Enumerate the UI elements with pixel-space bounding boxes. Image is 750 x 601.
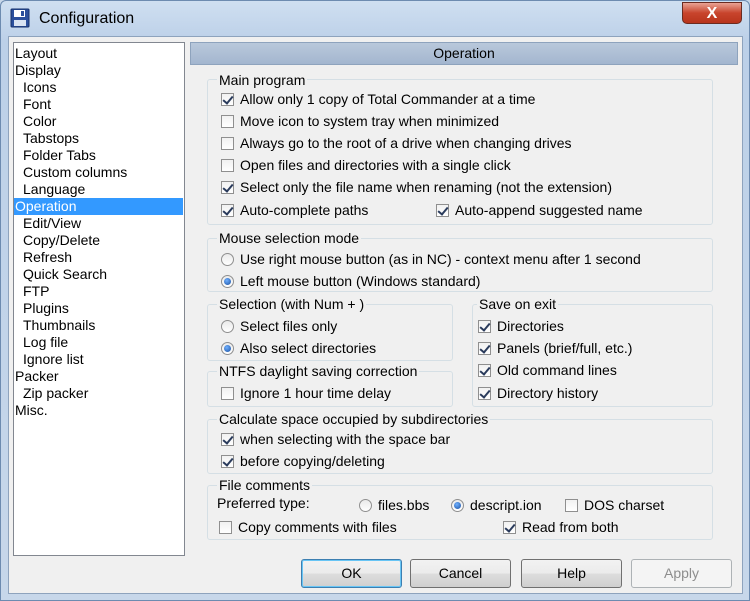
- left-button-label: Left mouse button (Windows standard): [240, 273, 481, 289]
- single-click-checkbox[interactable]: [221, 159, 234, 172]
- ok-button[interactable]: OK: [301, 559, 402, 588]
- mouse-mode-title: Mouse selection mode: [217, 230, 362, 246]
- configuration-window: Configuration X Layout Display Icons Font Co…: [0, 0, 750, 601]
- select-name-only-checkbox[interactable]: [221, 181, 234, 194]
- main-program-title: Main program: [217, 72, 308, 88]
- floppy-disk-icon: [10, 8, 30, 28]
- tree-item-refresh[interactable]: Refresh: [22, 249, 76, 266]
- tree-item-log-file[interactable]: Log file: [22, 334, 72, 351]
- right-button-radio[interactable]: [221, 253, 234, 266]
- auto-append-label: Auto-append suggested name: [455, 202, 643, 218]
- auto-append-checkbox[interactable]: [436, 204, 449, 217]
- auto-complete-checkbox[interactable]: [221, 204, 234, 217]
- save-directories-checkbox[interactable]: [478, 320, 491, 333]
- tree-item-thumbnails[interactable]: Thumbnails: [22, 317, 99, 334]
- selection-title: Selection (with Num + ): [217, 296, 367, 312]
- dos-charset-checkbox[interactable]: [565, 499, 578, 512]
- allow-one-copy-checkbox[interactable]: [221, 93, 234, 106]
- ignore-hour-checkbox[interactable]: [221, 387, 234, 400]
- single-click-label: Open files and directories with a single…: [240, 157, 511, 173]
- tree-item-font[interactable]: Font: [22, 96, 55, 113]
- tree-item-quick-search[interactable]: Quick Search: [22, 266, 111, 283]
- tree-item-display[interactable]: Display: [14, 62, 65, 79]
- allow-one-copy-label: Allow only 1 copy of Total Commander at …: [240, 91, 536, 107]
- save-old-cmd-checkbox[interactable]: [478, 364, 491, 377]
- read-both-checkbox[interactable]: [503, 521, 516, 534]
- tree-item-custom-columns[interactable]: Custom columns: [22, 164, 131, 181]
- select-files-only-radio[interactable]: [221, 320, 234, 333]
- tree-item-zip-packer[interactable]: Zip packer: [22, 385, 92, 402]
- tree-item-edit-view[interactable]: Edit/View: [22, 215, 85, 232]
- panel-header: Operation: [190, 42, 738, 65]
- tree-item-operation[interactable]: Operation: [14, 198, 183, 215]
- save-directories-label: Directories: [497, 318, 564, 334]
- tree-item-packer[interactable]: Packer: [14, 368, 63, 385]
- descript-ion-radio[interactable]: [451, 499, 464, 512]
- save-panels-label: Panels (brief/full, etc.): [497, 340, 633, 356]
- select-name-only-label: Select only the file name when renaming …: [240, 179, 612, 195]
- save-dir-history-checkbox[interactable]: [478, 387, 491, 400]
- help-button[interactable]: Help: [521, 559, 622, 588]
- read-both-label: Read from both: [522, 519, 619, 535]
- tree-item-folder-tabs[interactable]: Folder Tabs: [22, 147, 100, 164]
- descript-ion-label: descript.ion: [470, 497, 542, 513]
- go-to-root-checkbox[interactable]: [221, 137, 234, 150]
- right-button-label: Use right mouse button (as in NC) - cont…: [240, 251, 641, 267]
- also-select-dirs-radio[interactable]: [221, 342, 234, 355]
- tree-item-ftp[interactable]: FTP: [22, 283, 53, 300]
- window-title: Configuration: [39, 10, 135, 27]
- tree-item-color[interactable]: Color: [22, 113, 60, 130]
- save-on-exit-title: Save on exit: [477, 296, 559, 312]
- go-to-root-label: Always go to the root of a drive when ch…: [240, 135, 572, 151]
- before-copy-checkbox[interactable]: [221, 455, 234, 468]
- file-comments-title: File comments: [217, 477, 313, 493]
- tree-item-plugins[interactable]: Plugins: [22, 300, 73, 317]
- tree-item-layout[interactable]: Layout: [14, 45, 61, 62]
- files-bbs-label: files.bbs: [378, 497, 430, 513]
- also-select-dirs-label: Also select directories: [240, 340, 377, 356]
- space-bar-label: when selecting with the space bar: [240, 431, 451, 447]
- close-button[interactable]: X: [682, 2, 742, 24]
- tree-item-language[interactable]: Language: [22, 181, 89, 198]
- tree-item-icons[interactable]: Icons: [22, 79, 60, 96]
- tree-item-ignore-list[interactable]: Ignore list: [22, 351, 88, 368]
- save-dir-history-label: Directory history: [497, 385, 599, 401]
- files-bbs-radio[interactable]: [359, 499, 372, 512]
- ignore-hour-label: Ignore 1 hour time delay: [240, 385, 391, 401]
- category-tree[interactable]: Layout Display Icons Font Color Tabstops Folde…: [13, 42, 185, 556]
- calc-space-title: Calculate space occupied by subdirectori…: [217, 411, 491, 427]
- tree-item-copy-delete[interactable]: Copy/Delete: [22, 232, 104, 249]
- title-bar[interactable]: Configuration X: [1, 1, 749, 37]
- cancel-button[interactable]: Cancel: [410, 559, 511, 588]
- dialog-client-area: Layout Display Icons Font Color Tabstops Folde…: [8, 36, 743, 594]
- before-copy-label: before copying/deleting: [240, 453, 385, 469]
- copy-comments-checkbox[interactable]: [219, 521, 232, 534]
- save-panels-checkbox[interactable]: [478, 342, 491, 355]
- copy-comments-label: Copy comments with files: [238, 519, 397, 535]
- dos-charset-label: DOS charset: [584, 497, 665, 513]
- preferred-type-label: Preferred type:: [217, 495, 310, 511]
- tree-item-tabstops[interactable]: Tabstops: [22, 130, 83, 147]
- left-button-radio[interactable]: [221, 275, 234, 288]
- apply-button[interactable]: Apply: [631, 559, 732, 588]
- move-icon-tray-label: Move icon to system tray when minimized: [240, 113, 500, 129]
- space-bar-checkbox[interactable]: [221, 433, 234, 446]
- save-old-cmd-label: Old command lines: [497, 362, 617, 378]
- tree-item-misc[interactable]: Misc.: [14, 402, 52, 419]
- auto-complete-label: Auto-complete paths: [240, 202, 369, 218]
- ntfs-title: NTFS daylight saving correction: [217, 363, 420, 379]
- move-icon-tray-checkbox[interactable]: [221, 115, 234, 128]
- select-files-only-label: Select files only: [240, 318, 338, 334]
